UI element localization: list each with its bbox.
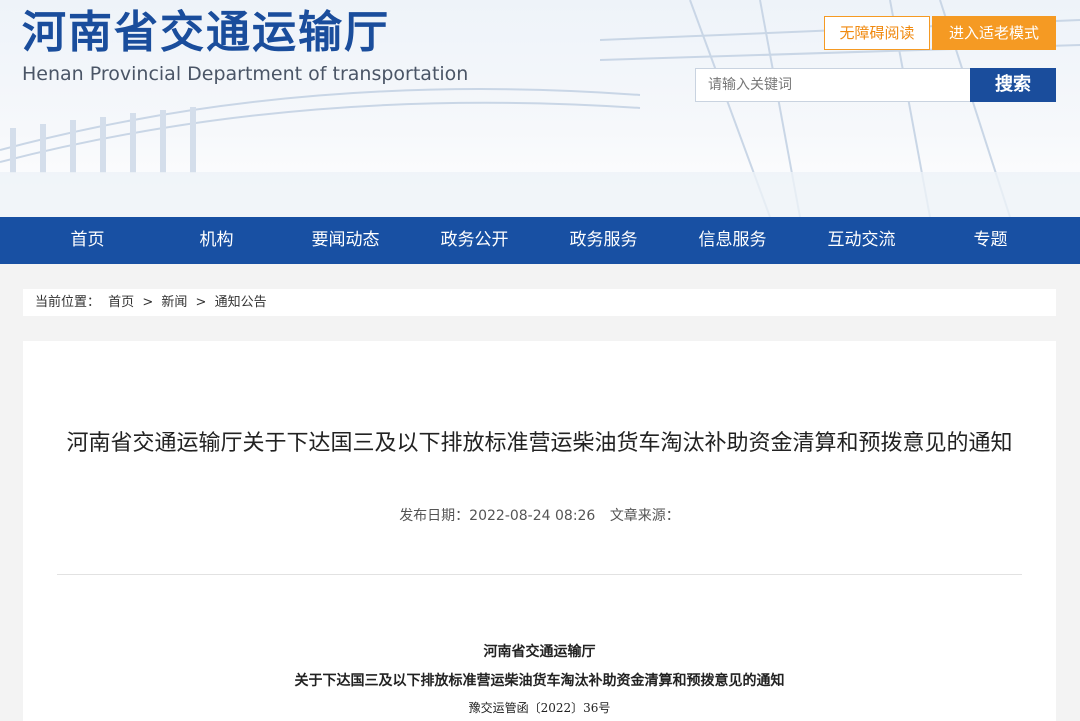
main-nav: 首页 机构 要闻动态 政务公开 政务服务 信息服务 互动交流 专题 (0, 217, 1080, 264)
divider (57, 574, 1022, 575)
breadcrumb-item-notices[interactable]: 通知公告 (215, 295, 267, 310)
accessibility-reading-button[interactable]: 无障碍阅读 (824, 16, 930, 50)
article-source: 文章来源： (609, 508, 680, 524)
nav-item-news[interactable]: 要闻动态 (281, 217, 410, 264)
elder-mode-button[interactable]: 进入适老模式 (932, 16, 1056, 50)
document-issuer: 河南省交通运输厅 (483, 644, 596, 660)
breadcrumb-prefix: 当前位置： (35, 295, 101, 310)
nav-item-government-services[interactable]: 政务服务 (539, 217, 668, 264)
breadcrumb-separator: > (142, 295, 154, 310)
article-title: 河南省交通运输厅关于下达国三及以下排放标准营运柴油货车淘汰补助资金清算和预拨意见… (66, 431, 1013, 456)
search-input[interactable]: 请输入关键词 (695, 68, 971, 102)
search-button[interactable]: 搜索 (970, 68, 1056, 102)
breadcrumb: 当前位置： 首页 > 新闻 > 通知公告 (23, 289, 1056, 316)
nav-item-home[interactable]: 首页 (23, 217, 152, 264)
site-title: 河南省交通运输厅 (22, 7, 390, 58)
nav-item-topics[interactable]: 专题 (926, 217, 1055, 264)
article-meta: 发布日期：2022-08-24 08:26 文章来源： (23, 505, 1056, 525)
nav-item-info-services[interactable]: 信息服务 (668, 217, 797, 264)
breadcrumb-item-news[interactable]: 新闻 (161, 295, 187, 310)
site-subtitle: Henan Provincial Department of transport… (22, 63, 469, 85)
article-panel: 河南省交通运输厅关于下达国三及以下排放标准营运柴油货车淘汰补助资金清算和预拨意见… (23, 341, 1056, 721)
document-number: 豫交运管函〔2022〕36号 (468, 701, 611, 715)
site-header: 河南省交通运输厅 Henan Provincial Department of … (0, 0, 1080, 217)
nav-item-government-affairs[interactable]: 政务公开 (410, 217, 539, 264)
nav-item-organization[interactable]: 机构 (152, 217, 281, 264)
nav-item-interaction[interactable]: 互动交流 (797, 217, 926, 264)
publish-date: 发布日期：2022-08-24 08:26 (399, 508, 596, 524)
document-title: 关于下达国三及以下排放标准营运柴油货车淘汰补助资金清算和预拨意见的通知 (294, 673, 785, 689)
breadcrumb-separator: > (195, 295, 207, 310)
breadcrumb-item-home[interactable]: 首页 (108, 295, 134, 310)
